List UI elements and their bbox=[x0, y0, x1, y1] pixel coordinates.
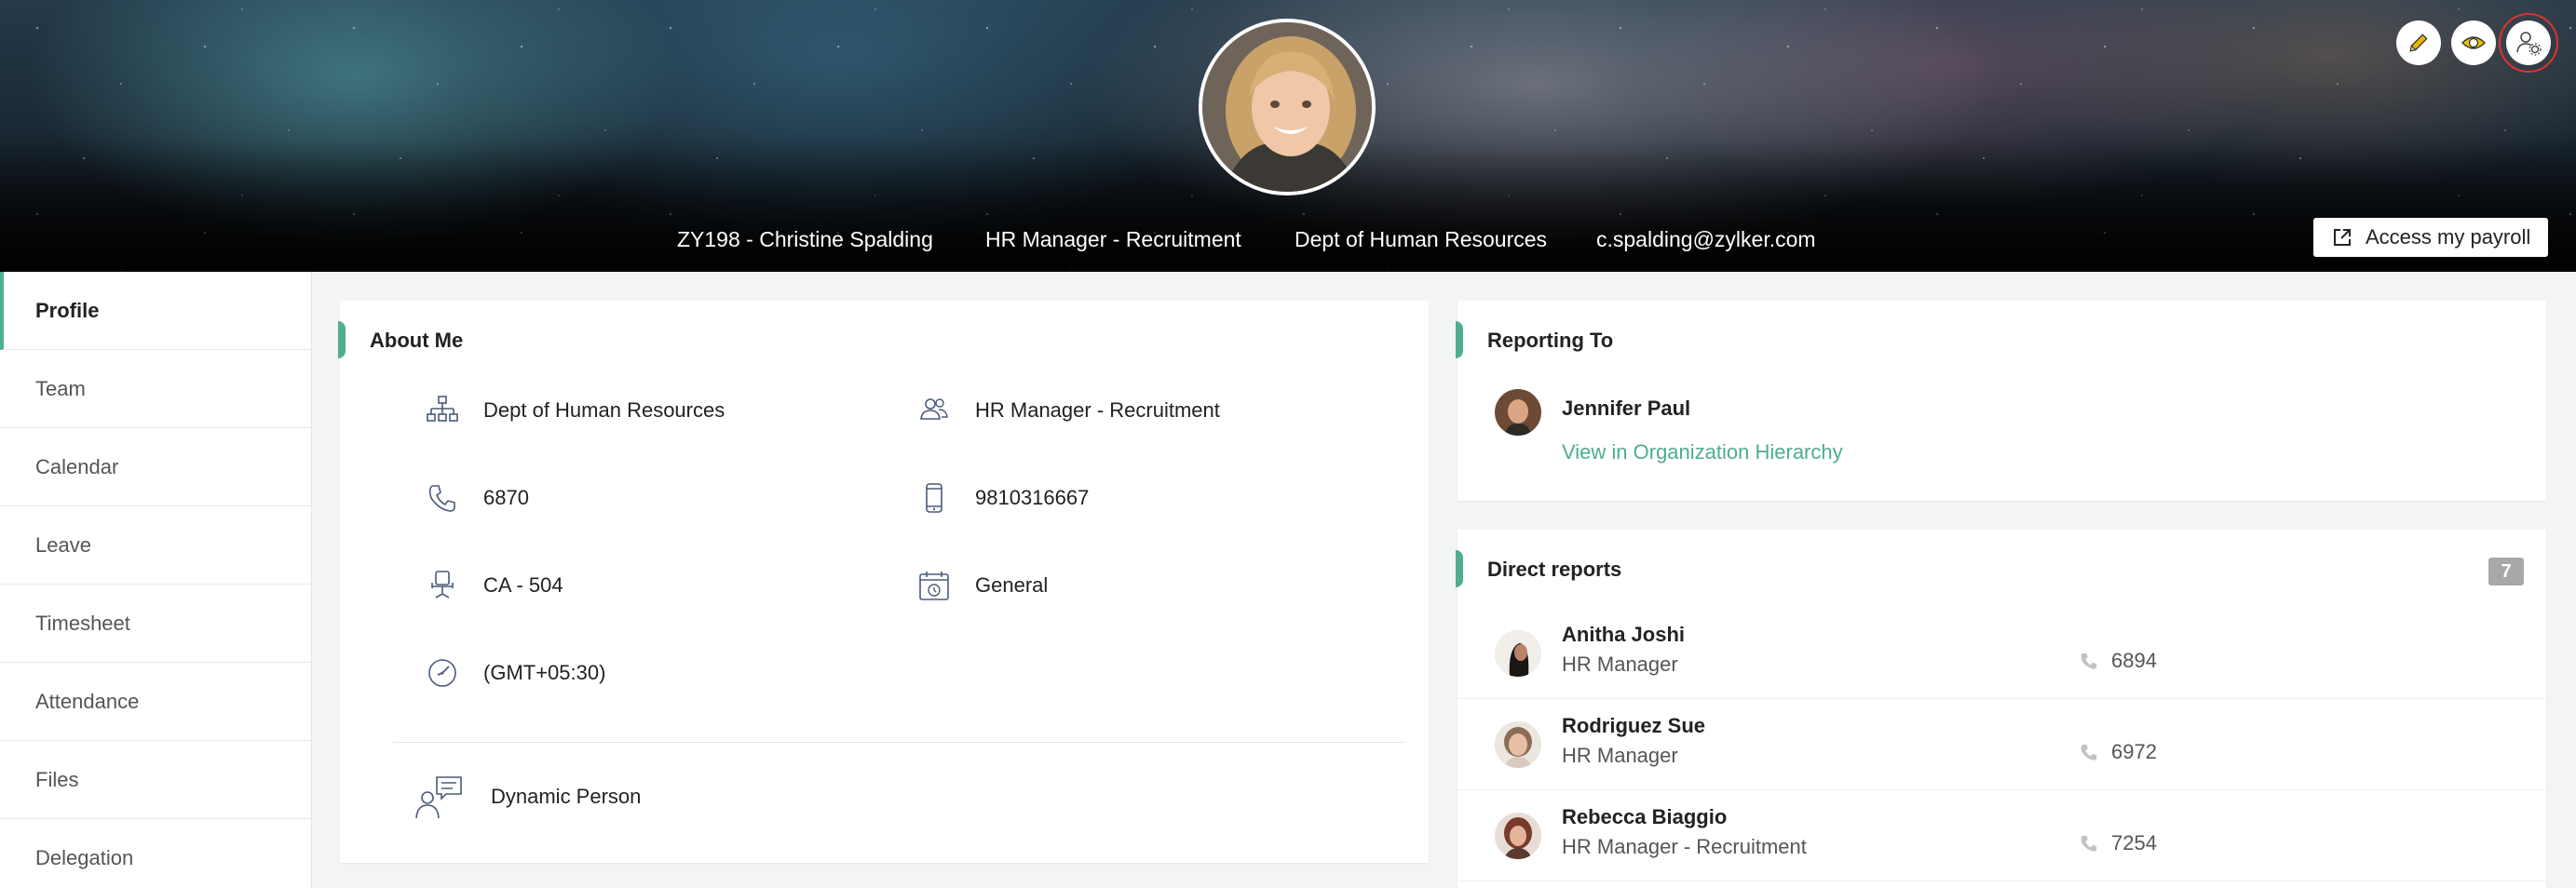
view-profile-button[interactable] bbox=[2451, 20, 2496, 65]
report-avatar bbox=[1495, 721, 1541, 768]
report-role: HR Manager bbox=[1562, 744, 1678, 767]
about-divider bbox=[393, 742, 1405, 743]
report-extension-value: 6894 bbox=[2111, 649, 2157, 672]
direct-report-row[interactable]: Rebecca Biaggio HR Manager - Recruitment… bbox=[1457, 790, 2546, 881]
about-department-value: Dept of Human Resources bbox=[483, 398, 725, 422]
direct-report-row[interactable]: Anitha Joshi HR Manager 6894 bbox=[1457, 608, 2546, 699]
report-name: Rebecca Biaggio bbox=[1562, 805, 1728, 828]
profile-avatar[interactable] bbox=[1199, 19, 1376, 195]
card-accent bbox=[1456, 550, 1463, 587]
report-extension: 6972 bbox=[2080, 740, 2157, 764]
report-extension-value: 6972 bbox=[2111, 740, 2157, 763]
org-chart-icon bbox=[426, 394, 459, 427]
profile-sidebar: Profile Team Calendar Leave Timesheet At… bbox=[0, 272, 312, 888]
pencil-icon bbox=[2409, 34, 2428, 52]
about-seat: CA - 504 bbox=[426, 569, 563, 602]
chair-icon bbox=[426, 569, 459, 602]
about-persona: Dynamic Person bbox=[414, 774, 641, 820]
phone-icon bbox=[426, 481, 459, 515]
timezone-icon bbox=[426, 656, 459, 690]
direct-reports-title: Direct reports bbox=[1487, 558, 1622, 581]
sidebar-item-calendar[interactable]: Calendar bbox=[0, 428, 311, 506]
card-accent bbox=[338, 321, 346, 358]
report-extension: 6894 bbox=[2080, 649, 2157, 673]
about-me-title: About Me bbox=[370, 329, 464, 352]
sidebar-item-delegation[interactable]: Delegation bbox=[0, 819, 311, 888]
manager-name[interactable]: Jennifer Paul bbox=[1562, 397, 1690, 421]
report-role: HR Manager bbox=[1562, 653, 1678, 676]
org-hierarchy-link[interactable]: View in Organization Hierarchy bbox=[1562, 440, 1843, 464]
direct-reports-count: 7 bbox=[2488, 558, 2524, 585]
sidebar-item-timesheet[interactable]: Timesheet bbox=[0, 585, 311, 663]
report-role: HR Manager - Recruitment bbox=[1562, 835, 1807, 858]
users-icon bbox=[917, 394, 951, 427]
about-me-card: About Me Dept of Human Resources HR Mana… bbox=[338, 301, 1429, 863]
direct-reports-card: Direct reports 7 Anitha Joshi HR Manager… bbox=[1456, 530, 2546, 888]
about-timezone-value: (GMT+05:30) bbox=[483, 661, 606, 684]
report-extension: 7254 bbox=[2080, 831, 2157, 855]
external-link-icon bbox=[2334, 229, 2351, 246]
about-extension: 6870 bbox=[426, 481, 529, 515]
profile-banner: ZY198 - Christine Spalding HR Manager - … bbox=[0, 0, 2576, 272]
report-name: Anitha Joshi bbox=[1562, 623, 1686, 646]
reporting-to-title: Reporting To bbox=[1487, 329, 1614, 352]
edit-profile-button[interactable] bbox=[2396, 20, 2441, 65]
persona-icon bbox=[414, 774, 463, 820]
phone-icon bbox=[2081, 653, 2097, 669]
sidebar-item-team[interactable]: Team bbox=[0, 350, 311, 428]
eye-icon bbox=[2461, 36, 2486, 49]
phone-icon bbox=[2081, 744, 2097, 760]
about-shift: General bbox=[917, 569, 1048, 602]
sidebar-item-attendance[interactable]: Attendance bbox=[0, 663, 311, 741]
employee-summary: ZY198 - Christine Spalding HR Manager - … bbox=[0, 227, 2576, 255]
report-extension-value: 7254 bbox=[2111, 831, 2157, 854]
sidebar-item-profile[interactable]: Profile bbox=[0, 272, 311, 350]
employee-id-name: ZY198 - Christine Spalding bbox=[677, 227, 933, 251]
profile-settings-button[interactable] bbox=[2499, 13, 2558, 73]
manager-avatar[interactable] bbox=[1495, 389, 1541, 436]
reporting-to-card: Reporting To Jennifer Paul View in Organ… bbox=[1456, 301, 2546, 501]
about-persona-value: Dynamic Person bbox=[491, 785, 642, 808]
shift-calendar-icon bbox=[917, 569, 951, 602]
sidebar-item-leave[interactable]: Leave bbox=[0, 506, 311, 585]
about-timezone: (GMT+05:30) bbox=[426, 656, 605, 690]
about-designation-value: HR Manager - Recruitment bbox=[975, 398, 1220, 422]
employee-email[interactable]: c.spalding@zylker.com bbox=[1596, 227, 1816, 252]
about-mobile: 9810316667 bbox=[917, 481, 1089, 515]
employee-designation: HR Manager - Recruitment bbox=[985, 227, 1241, 251]
card-accent bbox=[1456, 321, 1463, 358]
about-designation: HR Manager - Recruitment bbox=[917, 394, 1220, 427]
direct-report-row[interactable]: Rodriguez Sue HR Manager 6972 bbox=[1457, 699, 2546, 790]
about-extension-value: 6870 bbox=[483, 486, 529, 509]
report-avatar bbox=[1495, 630, 1541, 677]
about-mobile-value: 9810316667 bbox=[975, 486, 1090, 509]
access-payroll-button[interactable]: Access my payroll bbox=[2313, 218, 2548, 257]
phone-icon bbox=[2081, 835, 2097, 852]
sidebar-item-files[interactable]: Files bbox=[0, 741, 311, 819]
user-settings-icon bbox=[2516, 32, 2542, 56]
report-name: Rodriguez Sue bbox=[1562, 714, 1706, 737]
mobile-icon bbox=[917, 481, 951, 515]
profile-avatar-image bbox=[1202, 22, 1372, 192]
report-avatar bbox=[1495, 813, 1541, 859]
access-payroll-label: Access my payroll bbox=[2366, 225, 2531, 249]
about-shift-value: General bbox=[975, 573, 1049, 597]
about-seat-value: CA - 504 bbox=[483, 573, 563, 597]
employee-department: Dept of Human Resources bbox=[1295, 227, 1548, 251]
about-department: Dept of Human Resources bbox=[426, 394, 725, 427]
